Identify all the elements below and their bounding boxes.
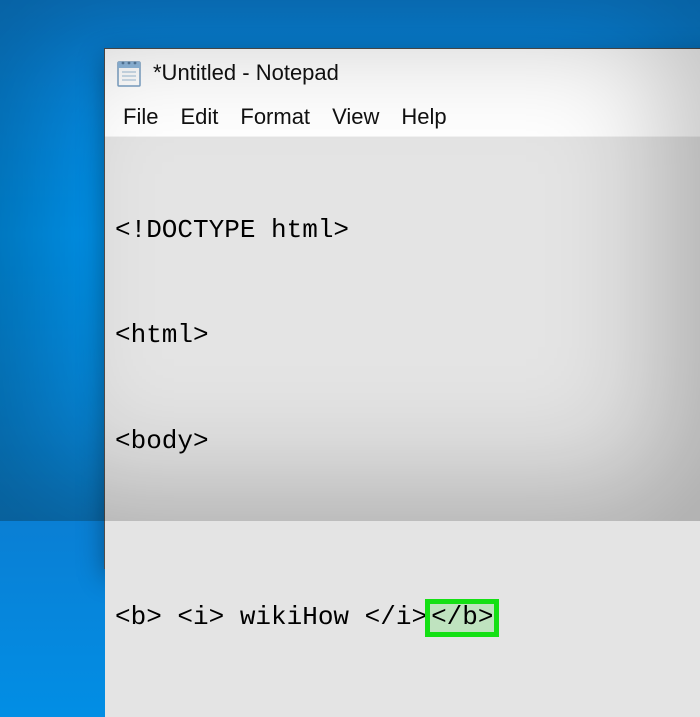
editor-line: <html> (115, 318, 700, 353)
highlight-box: </b> (425, 599, 499, 636)
titlebar: *Untitled - Notepad (105, 49, 700, 97)
editor-line: <!DOCTYPE html> (115, 213, 700, 248)
editor-line: <body> (115, 424, 700, 459)
editor-line: <b> <i> wikiHow </i></b> (115, 599, 700, 636)
menu-file[interactable]: File (115, 102, 166, 132)
window-title: *Untitled - Notepad (153, 60, 339, 86)
menu-edit[interactable]: Edit (172, 102, 226, 132)
menu-format[interactable]: Format (232, 102, 318, 132)
notepad-window: *Untitled - Notepad File Edit Format Vie… (104, 48, 700, 569)
text-editor[interactable]: <!DOCTYPE html> <html> <body> <b> <i> wi… (105, 137, 700, 717)
menu-help[interactable]: Help (393, 102, 454, 132)
menu-view[interactable]: View (324, 102, 387, 132)
menubar: File Edit Format View Help (105, 97, 700, 137)
notepad-icon (115, 58, 143, 88)
editor-text: <b> <i> wikiHow </i> (115, 602, 427, 632)
